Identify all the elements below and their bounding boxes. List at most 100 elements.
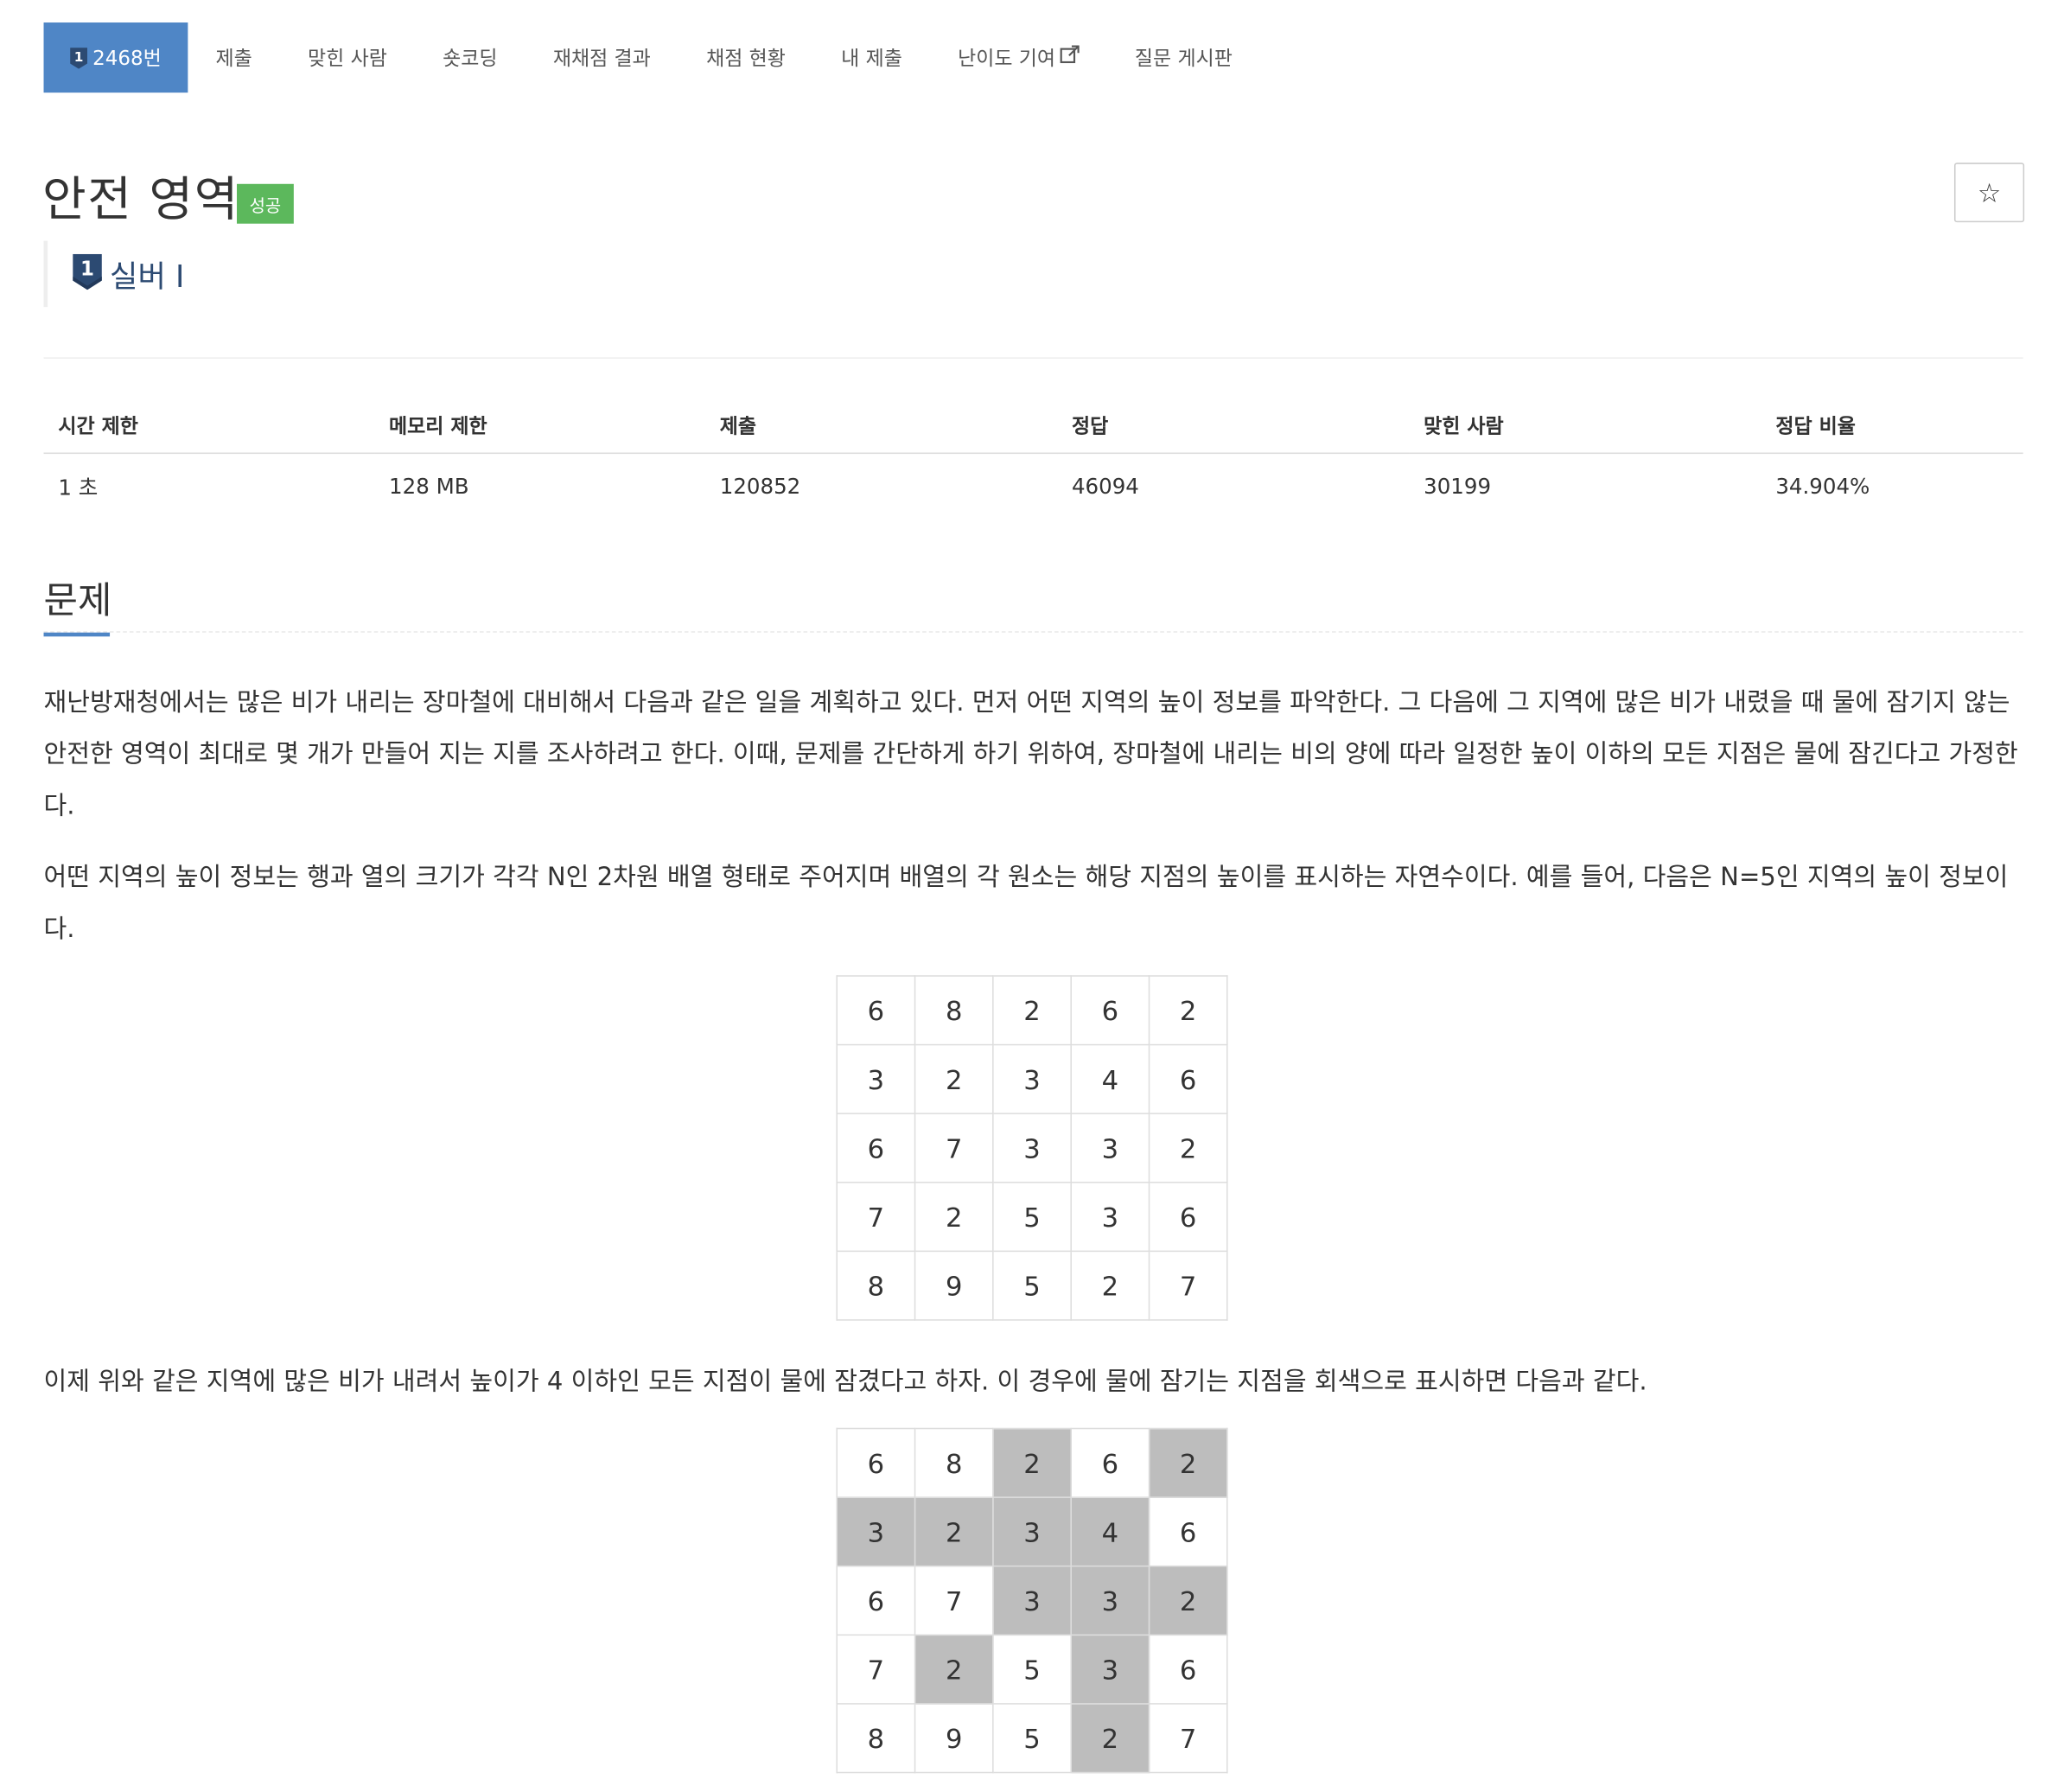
grid-row: 89527 [836,1703,1228,1774]
grid-cell: 3 [1070,1113,1150,1183]
header-submissions: 제출 [704,397,1058,455]
grid-cell: 4 [1070,1496,1150,1567]
tier-block: 1 실버 I [43,240,185,308]
problem-description: 이제 위와 같은 지역에 많은 비가 내려서 높이가 4 이하인 모든 지점이 … [43,1367,1647,1396]
tab-submit[interactable]: 제출 [188,22,280,92]
value-solvers: 30199 [1424,473,1492,499]
section-divider [43,631,2023,633]
divider [43,357,2023,359]
tab-submit-label: 제출 [215,46,252,71]
table-header-row: 시간 제한 메모리 제한 제출 정답 맞힌 사람 정답 비율 [43,397,2023,455]
table-row: 1 초 128 MB 120852 46094 30199 34.904% [44,453,2023,517]
problem-nav: 1 2468번 제출 맞힌 사람 숏코딩 재채점 결과 채점 현황 내 제출 난… [43,22,1260,93]
grid-cell: 6 [1148,1043,1228,1114]
grid-cell: 3 [1070,1182,1150,1253]
grid-cell: 2 [1148,1113,1228,1183]
section-title: 문제 [43,577,112,622]
grid-row: 32346 [836,1043,1228,1114]
grid-cell: 2 [1148,1427,1228,1498]
tab-shortcoding-label: 숏코딩 [443,46,498,71]
tab-shortcoding[interactable]: 숏코딩 [415,22,526,92]
grid-cell: 6 [836,1565,916,1636]
grid-cell: 7 [1148,1250,1228,1321]
tab-solvers[interactable]: 맞힌 사람 [280,22,415,92]
tab-rejudge-label: 재채점 결과 [552,46,651,71]
grid-cell: 6 [1148,1182,1228,1253]
value-accepted: 46094 [1071,473,1139,499]
value-time-limit: 1 초 [58,475,99,501]
grid-cell: 6 [1070,975,1150,1046]
grid-cell: 7 [836,1182,916,1253]
tab-problem-label: 2468번 [92,46,162,71]
header-ratio: 정답 비율 [1761,397,2023,455]
grid-cell: 2 [1148,975,1228,1046]
grid-cell: 7 [836,1634,916,1705]
grid-cell: 2 [914,1043,994,1114]
grid-row: 67332 [836,1565,1228,1636]
grid-cell: 9 [914,1250,994,1321]
grid-cell: 5 [992,1182,1072,1253]
grid-row: 68262 [836,975,1228,1046]
tab-board-label: 질문 게시판 [1134,46,1233,71]
grid-row: 68262 [836,1427,1228,1498]
grid-cell: 3 [1070,1634,1150,1705]
tier-badge-icon: 1 [70,47,88,68]
height-grid: 6826232346673327253689527 [836,975,1228,1321]
grid-row: 72536 [836,1634,1228,1705]
tab-problem[interactable]: 1 2468번 [43,22,188,93]
grid-cell: 2 [992,1427,1072,1498]
tab-status[interactable]: 채점 현황 [678,22,813,92]
tab-board[interactable]: 질문 게시판 [1107,22,1260,92]
grid-cell: 6 [836,975,916,1046]
grid-cell: 2 [1070,1703,1150,1774]
problem-description: 어떤 지역의 높이 정보는 행과 열의 크기가 각각 N인 2차원 배열 형태로… [43,863,2009,944]
grid-cell: 3 [992,1043,1072,1114]
grid-cell: 5 [992,1634,1072,1705]
grid-row: 32346 [836,1496,1228,1567]
tab-difficulty[interactable]: 난이도 기여 [930,22,1107,92]
value-ratio: 34.904% [1775,473,1870,499]
grid-cell: 8 [836,1703,916,1774]
grid-cell: 2 [1148,1565,1228,1636]
tab-rejudge[interactable]: 재채점 결과 [526,22,678,92]
grid-cell: 7 [1148,1703,1228,1774]
flooded-grid: 6826232346673327253689527 [836,1427,1228,1774]
grid-cell: 4 [1070,1043,1150,1114]
value-submissions: 120852 [719,473,801,499]
value-memory-limit: 128 MB [389,473,469,499]
grid-row: 72536 [836,1182,1228,1253]
grid-cell: 8 [914,1427,994,1498]
problem-description: 재난방재청에서는 많은 비가 내리는 장마철에 대비해서 다음과 같은 일을 계… [43,688,2018,821]
status-badge: 성공 [237,183,294,224]
grid-cell: 8 [836,1250,916,1321]
grid-cell: 2 [914,1182,994,1253]
favorite-button[interactable]: ☆ [1953,163,2025,223]
tier-label: 실버 I [110,260,185,296]
grid-cell: 7 [914,1565,994,1636]
grid-cell: 9 [914,1703,994,1774]
header-time-limit: 시간 제한 [43,397,375,455]
grid-cell: 3 [992,1113,1072,1183]
grid-cell: 2 [992,975,1072,1046]
star-icon: ☆ [1977,176,2002,209]
tab-my-submissions[interactable]: 내 제출 [813,22,930,92]
section-underline [43,632,111,637]
tab-difficulty-label: 난이도 기여 [958,46,1056,71]
grid-row: 67332 [836,1113,1228,1183]
grid-cell: 6 [1070,1427,1150,1498]
grid-row: 89527 [836,1250,1228,1321]
grid-cell: 3 [1070,1565,1150,1636]
grid-cell: 2 [914,1496,994,1567]
grid-cell: 6 [836,1113,916,1183]
problem-info-table: 시간 제한 메모리 제한 제출 정답 맞힌 사람 정답 비율 1 초 128 M… [43,397,2023,517]
header-solvers: 맞힌 사람 [1409,397,1761,455]
grid-cell: 8 [914,975,994,1046]
grid-cell: 3 [992,1565,1072,1636]
tier-badge-icon: 1 [73,253,102,294]
grid-cell: 3 [836,1496,916,1567]
grid-cell: 3 [992,1496,1072,1567]
svg-text:1: 1 [74,48,84,64]
grid-cell: 3 [836,1043,916,1114]
problem-title: 안전 영역 [41,173,239,228]
grid-cell: 6 [1148,1496,1228,1567]
